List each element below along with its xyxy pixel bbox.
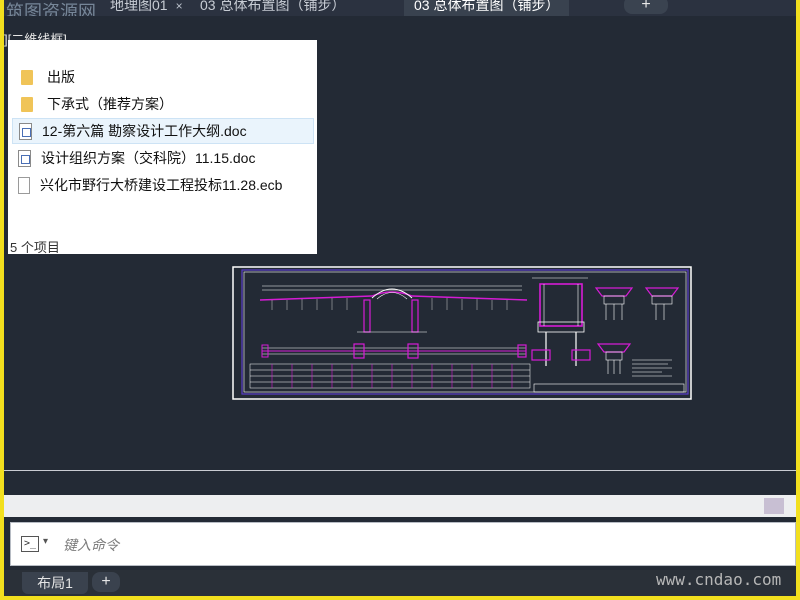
file-name: 12-第六篇 勘察设计工作大纲.doc (42, 123, 247, 139)
tab-drawing-1[interactable]: 地理图01 × (110, 0, 183, 16)
item-count: 5 个项目 (10, 240, 60, 255)
tab-drawing-2[interactable]: 03 总体布置图（铺步） (200, 0, 345, 16)
watermark-left: 筑图资源网 (6, 2, 96, 16)
tab-label: 03 总体布置图（铺步） (200, 0, 346, 13)
file-name: 出版 (47, 69, 75, 85)
list-item[interactable]: 下承式（推荐方案） (12, 91, 314, 117)
word-document-icon (19, 122, 32, 140)
watermark-right: www.cndao.com (656, 570, 782, 589)
list-item[interactable]: 兴化市野行大桥建设工程投标11.28.ecb (12, 172, 314, 198)
terminal-icon[interactable]: >_ (21, 536, 39, 552)
list-item-selected[interactable]: 12-第六篇 勘察设计工作大纲.doc (12, 118, 314, 144)
list-item[interactable]: 设计组织方案（交科院）11.15.doc (12, 145, 314, 171)
close-icon[interactable]: × (176, 0, 183, 13)
add-layout-button[interactable]: + (92, 572, 120, 592)
document-tab-strip: 筑图资源网 地理图01 × 03 总体布置图（铺步） 03 总体布置图（铺步） + (4, 0, 796, 16)
scrollbar-thumb[interactable] (764, 498, 784, 514)
command-input[interactable] (61, 531, 765, 559)
tab-layout1[interactable]: 布局1 (22, 572, 88, 594)
folder-icon (21, 69, 33, 85)
tab-label: 地理图01 (110, 0, 168, 13)
cross-section-view (531, 277, 591, 366)
list-item[interactable]: 出版 (12, 64, 314, 90)
new-tab-button[interactable]: + (624, 0, 668, 14)
horizontal-scrollbar[interactable] (4, 495, 796, 517)
file-name: 设计组织方案（交科院）11.15.doc (41, 150, 256, 166)
file-name: 兴化市野行大桥建设工程投标11.28.ecb (40, 177, 283, 193)
tab-label: 03 总体布置图（铺步） (414, 0, 560, 13)
blank-file-icon (18, 176, 30, 194)
chevron-down-icon[interactable]: ▾ (43, 536, 48, 547)
bridge-drawing[interactable] (232, 266, 692, 400)
divider (4, 470, 796, 471)
file-explorer-overlay: 出版 下承式（推荐方案） 12-第六篇 勘察设计工作大纲.doc 设计组织方案（… (8, 40, 317, 255)
elevation-view (259, 285, 528, 333)
plan-view (261, 343, 527, 359)
file-name: 下承式（推荐方案） (47, 96, 173, 112)
data-table-graphic (249, 363, 531, 389)
word-document-icon (18, 149, 31, 167)
tab-drawing-active[interactable]: 03 总体布置图（铺步） (404, 0, 570, 16)
folder-icon (21, 96, 33, 112)
detail-sections (533, 287, 685, 393)
autocad-window: 筑图资源网 地理图01 × 03 总体布置图（铺步） 03 总体布置图（铺步） +… (4, 0, 796, 596)
command-line[interactable]: >_ ▾ (10, 522, 796, 566)
